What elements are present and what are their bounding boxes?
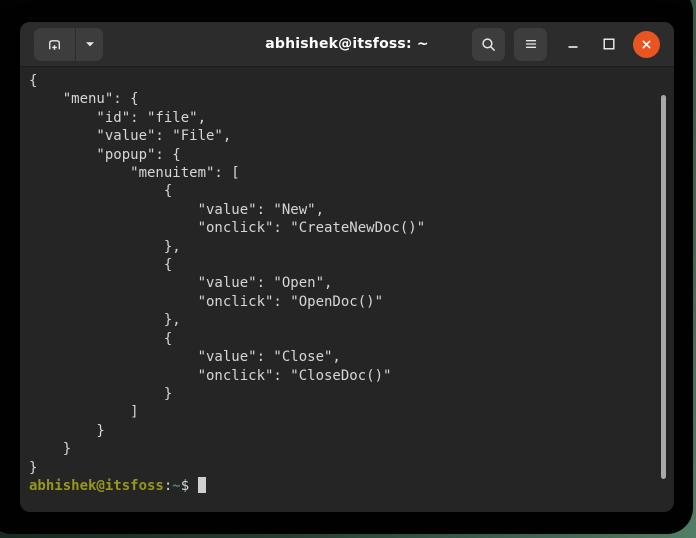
scrollbar[interactable] [658, 67, 672, 512]
prompt-line: abhishek@itsfoss:~$ [29, 476, 664, 495]
minimize-icon [565, 36, 581, 52]
tab-buttons-group [34, 27, 103, 61]
minimize-button[interactable] [561, 32, 585, 56]
chevron-down-icon [83, 37, 97, 51]
new-tab-icon [46, 36, 63, 53]
text-cursor [197, 476, 206, 493]
prompt-symbol: $ [180, 477, 190, 494]
search-button[interactable] [472, 27, 505, 61]
close-button[interactable] [633, 30, 660, 58]
prompt-path: ~ [172, 477, 181, 494]
menu-button[interactable] [514, 27, 547, 61]
json-output-text: { "menu": { "id": "file", "value": "File… [29, 73, 426, 476]
maximize-icon [601, 36, 617, 52]
hamburger-menu-icon [523, 36, 539, 52]
maximize-button[interactable] [597, 32, 621, 56]
scrollbar-thumb[interactable] [661, 95, 666, 479]
terminal-screen[interactable]: { "menu": { "id": "file", "value": "File… [20, 67, 674, 512]
search-icon [480, 36, 497, 53]
close-icon [639, 37, 654, 52]
window-controls [472, 27, 660, 61]
titlebar[interactable]: abhishek@itsfoss: ~ [20, 22, 674, 67]
prompt-user-host: abhishek@itsfoss [29, 477, 164, 494]
window-title: abhishek@itsfoss: ~ [265, 36, 429, 52]
tab-dropdown-button[interactable] [76, 27, 103, 61]
new-tab-button[interactable] [34, 27, 75, 61]
terminal-window: abhishek@itsfoss: ~ {"menu": {"id": "f… [20, 22, 674, 512]
